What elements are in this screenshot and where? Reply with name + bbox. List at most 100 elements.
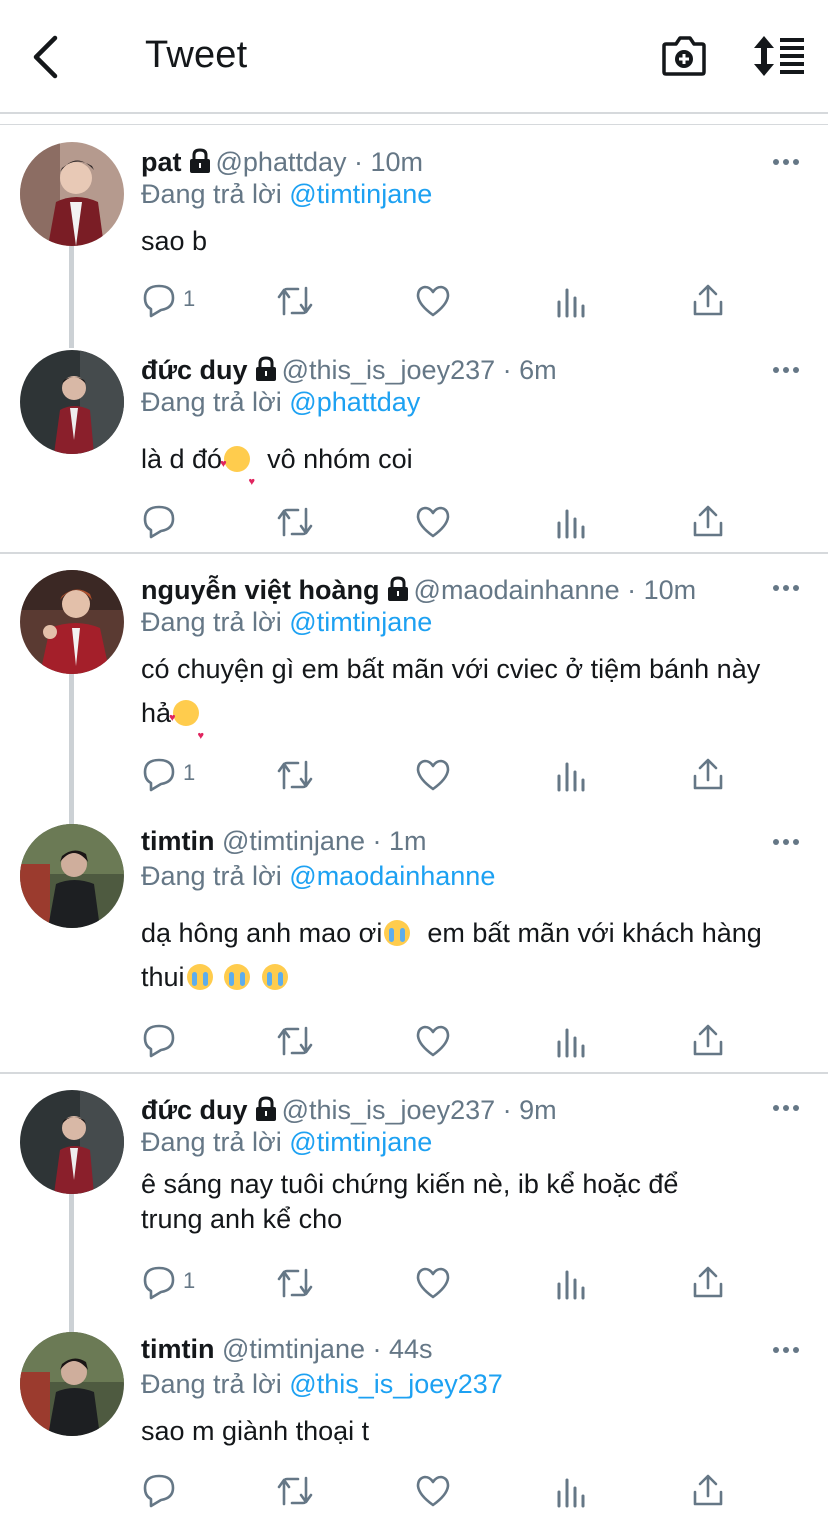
retweet-icon[interactable] [276,504,314,540]
camera-button[interactable] [660,34,708,78]
display-name[interactable]: timtin [141,826,215,856]
reply-prefix: Đang trả lời [141,1369,282,1399]
tweet-text-part: dạ hông anh mao ơi [141,918,383,948]
like-icon[interactable] [415,1023,451,1059]
avatar[interactable] [20,142,124,246]
reply-button[interactable] [141,503,221,539]
mention-link[interactable]: @timtinjane [289,179,432,209]
mention-link[interactable]: @maodainhanne [289,861,495,891]
top-bar: Tweet [0,0,828,114]
handle[interactable]: @maodainhanne [414,575,620,605]
reply-prefix: Đang trả lời [141,1127,282,1157]
like-icon[interactable] [415,283,451,319]
reply-icon [143,758,175,792]
analytics-icon[interactable] [556,758,586,794]
tweet-text-part: có chuyện gì em bất mãn với cviec ở tiệm… [141,654,761,728]
retweet-icon[interactable] [276,1473,314,1509]
reply-count: 1 [183,760,196,785]
more-icon[interactable] [772,364,800,376]
retweet-icon[interactable] [276,283,314,319]
divider [0,1072,828,1074]
avatar[interactable] [20,1090,124,1194]
crying-face-emoji [261,964,288,990]
reply-button[interactable] [141,1022,221,1058]
tweet-text: dạ hông anh mao ơi em bất mãn với khách … [141,911,781,999]
analytics-icon[interactable] [556,1474,586,1510]
reply-icon [143,1474,175,1508]
reply-icon [143,1266,175,1300]
handle[interactable]: @timtinjane [222,826,365,856]
analytics-icon[interactable] [556,284,586,320]
share-icon[interactable] [692,1023,724,1059]
timestamp: 10m [643,575,697,605]
timestamp: 9m [519,1095,557,1125]
avatar[interactable] [20,824,124,928]
reply-button[interactable]: 1 [141,1264,221,1300]
crying-face-emoji [224,964,251,990]
retweet-icon[interactable] [276,757,314,793]
retweet-icon[interactable] [276,1023,314,1059]
share-icon[interactable] [692,283,724,319]
like-icon[interactable] [415,757,451,793]
page-title: Tweet [145,34,248,76]
mention-link[interactable]: @phattday [289,387,420,417]
analytics-icon[interactable] [556,1266,586,1302]
tweet-text: có chuyện gì em bất mãn với cviec ở tiệm… [141,647,771,758]
lock-icon [255,356,276,381]
retweet-icon[interactable] [276,1265,314,1301]
sort-icon [754,36,804,76]
sort-button[interactable] [752,34,808,78]
tweet-text: sao m giành thoại t [141,1416,370,1446]
handle[interactable]: @this_is_joey237 [282,355,496,385]
thread-line [69,674,74,824]
mention-link[interactable]: @timtinjane [289,1127,432,1157]
reply-prefix: Đang trả lời [141,861,282,891]
more-icon[interactable] [772,582,800,594]
handle[interactable]: @this_is_joey237 [282,1095,496,1125]
handle[interactable]: @timtinjane [222,1334,365,1364]
like-icon[interactable] [415,1265,451,1301]
avatar[interactable] [20,570,124,674]
display-name[interactable]: nguyễn việt hoàng [141,575,380,605]
tweet-text: sao b [141,226,208,256]
lock-icon [189,148,210,173]
reply-button[interactable] [141,1472,221,1508]
timestamp: 44s [388,1334,433,1364]
back-button[interactable] [28,34,64,80]
handle[interactable]: @phattday [216,147,347,177]
share-icon[interactable] [692,1473,724,1509]
display-name[interactable]: đức duy [141,1095,248,1125]
reply-button[interactable]: 1 [141,282,221,318]
more-icon[interactable] [772,1102,800,1114]
timestamp: 6m [519,355,557,385]
share-icon[interactable] [692,504,724,540]
back-arrow-icon [33,35,58,79]
reply-prefix: Đang trả lời [141,179,282,209]
like-icon[interactable] [415,504,451,540]
display-name[interactable]: timtin [141,1334,215,1364]
analytics-icon[interactable] [556,1024,586,1060]
share-icon[interactable] [692,757,724,793]
analytics-icon[interactable] [556,505,586,541]
lock-icon [387,576,408,601]
display-name[interactable]: pat [141,147,182,177]
tweet-text-part: vô nhóm coi [252,444,413,474]
more-icon[interactable] [772,156,800,168]
mention-link[interactable]: @timtinjane [289,607,432,637]
display-name[interactable]: đức duy [141,355,248,385]
avatar[interactable] [20,350,124,454]
tweet-text: ê sáng nay tuôi chứng kiến nè, ib kể hoặ… [141,1169,679,1234]
more-icon[interactable] [772,1344,800,1356]
more-icon[interactable] [772,836,800,848]
divider [0,124,828,125]
reply-button[interactable]: 1 [141,756,221,792]
reply-icon [143,505,175,539]
tweet-text: là d đó vô nhóm coi [141,437,791,504]
timestamp: 1m [388,826,427,856]
crying-face-emoji [384,920,411,946]
share-icon[interactable] [692,1265,724,1301]
avatar[interactable] [20,1332,124,1436]
mention-link[interactable]: @this_is_joey237 [289,1369,503,1399]
reply-prefix: Đang trả lời [141,387,282,417]
like-icon[interactable] [415,1473,451,1509]
